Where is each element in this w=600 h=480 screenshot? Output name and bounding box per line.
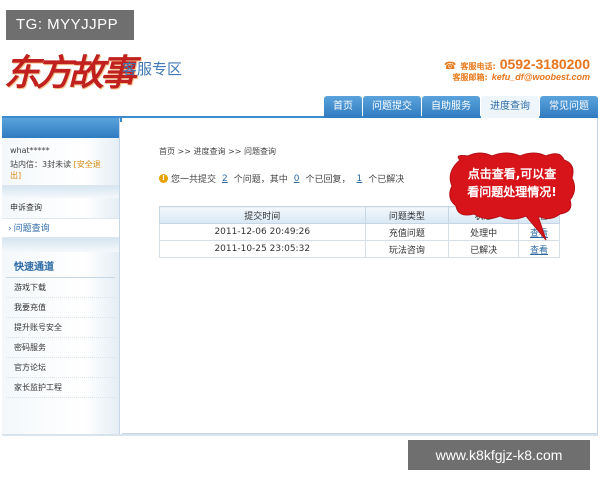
- replied-count[interactable]: 0: [291, 174, 303, 184]
- contact-phone-row: ☎ 客服电话: 0592-3180200: [444, 56, 590, 72]
- main-nav: 首页 问题提交 自助服务 进度查询 常见问题: [0, 96, 600, 122]
- callout-bubble: 点击查看,可以查 看问题处理情况!: [446, 152, 578, 241]
- watermark-top-left: TG: MYYJJPP: [6, 10, 134, 40]
- resolved-count[interactable]: 1: [354, 174, 366, 184]
- logo-subtitle: 客服专区: [122, 60, 183, 78]
- sidebar-divider: [2, 186, 119, 198]
- callout-line-1: 点击查看,可以查: [467, 167, 557, 181]
- summary-text-2: 个问题，其中: [233, 175, 288, 185]
- quick-link-parental-control[interactable]: 家长监护工程: [6, 378, 115, 398]
- watermark-bottom-right: www.k8kfgjz-k8.com: [408, 440, 590, 470]
- email-label: 客服邮箱:: [452, 73, 488, 82]
- total-count[interactable]: 2: [219, 174, 231, 184]
- sidebar: what***** 站内信：3封未读 [安全退出] 申诉查询 问题查询 快速通道…: [2, 118, 120, 434]
- quick-link-game-download[interactable]: 游戏下载: [6, 278, 115, 298]
- cell-question-type: 玩法咨询: [364, 240, 450, 258]
- sidebar-item-appeal-query[interactable]: 申诉查询: [2, 198, 119, 218]
- username: what*****: [10, 146, 50, 155]
- quick-link-account-security[interactable]: 提升账号安全: [6, 318, 115, 338]
- user-box: what***** 站内信：3封未读 [安全退出]: [2, 138, 119, 186]
- column-header-question-type: 问题类型: [364, 206, 450, 224]
- callout-text: 点击查看,可以查 看问题处理情况!: [454, 165, 570, 201]
- callout-line-2: 看问题处理情况!: [467, 185, 557, 199]
- info-icon: !: [159, 174, 168, 183]
- tab-home[interactable]: 首页: [324, 96, 362, 118]
- tab-progress-query[interactable]: 进度查询: [481, 96, 539, 118]
- column-header-submit-time: 提交时间: [159, 206, 366, 224]
- phone-number: 0592-3180200: [499, 56, 590, 72]
- message-count[interactable]: 站内信：3封未读: [10, 160, 71, 169]
- summary-text-3: 个已回复，: [305, 175, 351, 185]
- contact-info: ☎ 客服电话: 0592-3180200 客服邮箱: kefu_df@woobe…: [444, 56, 590, 83]
- tab-submit-question[interactable]: 问题提交: [363, 96, 421, 118]
- summary-text-1: 您一共提交: [171, 175, 217, 185]
- site-logo[interactable]: 东方故事 客服专区: [4, 44, 194, 94]
- user-messages: 站内信：3封未读 [安全退出]: [10, 159, 111, 181]
- quick-link-official-forum[interactable]: 官方论坛: [6, 358, 115, 378]
- question-summary: ! 您一共提交 2 个问题，其中 0 个已回复， 1 个已解决: [159, 172, 404, 185]
- footer-divider: [2, 434, 598, 436]
- summary-text-4: 个已解决: [368, 175, 405, 185]
- email-address: kefu_df@woobest.com: [491, 72, 590, 82]
- contact-email-row: 客服邮箱: kefu_df@woobest.com: [444, 72, 591, 83]
- cell-submit-time: 2011-12-06 20:49:26: [159, 223, 366, 241]
- phone-icon: ☎: [444, 61, 457, 72]
- logo-art: 东方故事: [4, 52, 136, 94]
- sidebar-divider: [2, 238, 119, 252]
- view-link[interactable]: 查看: [530, 246, 548, 256]
- quick-link-recharge[interactable]: 我要充值: [6, 298, 115, 318]
- quick-links-title: 快速通道: [6, 252, 115, 278]
- quick-link-password-service[interactable]: 密码服务: [6, 338, 115, 358]
- nav-tabs: 首页 问题提交 自助服务 进度查询 常见问题: [324, 96, 598, 118]
- breadcrumb: 首页 >> 进度查询 >> 问题查询: [159, 147, 276, 156]
- sidebar-item-question-query[interactable]: 问题查询: [2, 218, 119, 238]
- cell-submit-time: 2011-10-25 23:05:32: [159, 240, 366, 258]
- tab-self-service[interactable]: 自助服务: [422, 96, 480, 118]
- tab-faq[interactable]: 常见问题: [540, 96, 598, 118]
- cell-question-type: 充值问题: [364, 223, 450, 241]
- phone-label: 客服电话:: [460, 62, 496, 71]
- sidebar-header: [2, 118, 119, 138]
